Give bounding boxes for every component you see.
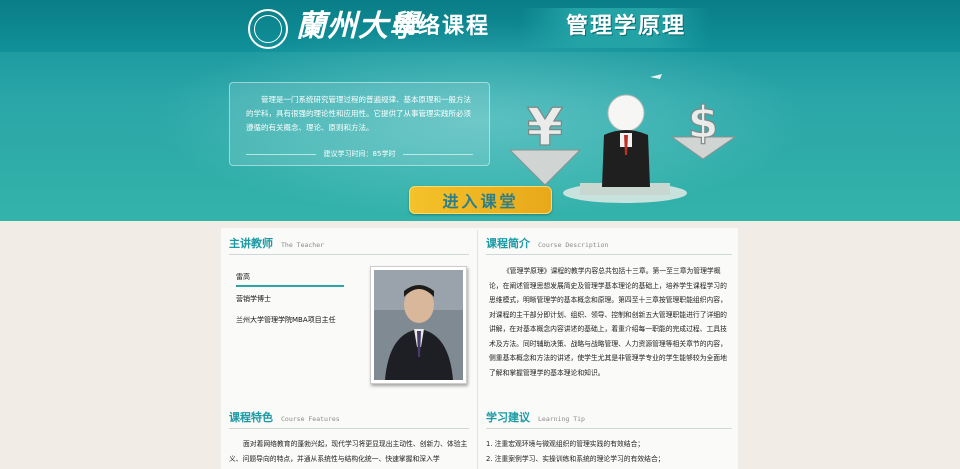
hero-banner: 蘭州大學 网络课程 管理学原理 管理是一门系统研究管理过程的普遍规律、基本原理和…: [0, 0, 960, 221]
teacher-name: 雷高: [236, 273, 250, 281]
features-heading: 课程特色 Course Features: [229, 409, 469, 429]
study-hours-text: 建议学习时间：85学时: [323, 150, 396, 158]
description-heading-en: Course Description: [538, 241, 609, 249]
study-hours: 建议学习时间：85学时: [230, 149, 489, 159]
column-divider: [477, 230, 478, 469]
list-item: 1. 注重宏观环境与微观组织的管理实践的有效结合；: [486, 440, 645, 448]
teacher-photo: [370, 266, 467, 384]
teacher-portrait-icon: [374, 270, 463, 380]
list-item: 2. 注重案例学习、实操训练和系统的理论学习的有效结合；: [486, 455, 665, 463]
tips-heading: 学习建议 Learning Tip: [486, 409, 732, 429]
tips-heading-en: Learning Tip: [538, 415, 585, 423]
description-heading-cn: 课程简介: [486, 237, 530, 250]
description-heading: 课程简介 Course Description: [486, 235, 732, 255]
teacher-name-underline: [236, 285, 344, 287]
svg-text:¥: ¥: [527, 98, 563, 158]
intro-box: 管理是一门系统研究管理过程的普遍规律、基本原理和一般方法的学科，具有很强的理论性…: [229, 82, 490, 166]
enter-classroom-button[interactable]: 进入课堂: [409, 186, 552, 214]
course-title: 管理学原理: [566, 14, 687, 39]
tips-heading-cn: 学习建议: [486, 411, 530, 424]
svg-text:$: $: [688, 97, 719, 148]
description-text: 《管理学原理》课程的教学内容总共包括十三章。第一至三章为管理学概论，在阐述管理思…: [489, 267, 727, 377]
tips-list: 1. 注重宏观环境与微观组织的管理实践的有效结合； 2. 注重案例学习、实操训练…: [486, 437, 732, 467]
teacher-title: 营销学博士: [236, 295, 271, 303]
features-text: 面对着网络教育的蓬勃兴起，现代学习将更显现出主动性、创新力、体验主义、问题导向的…: [229, 440, 468, 463]
site-name: 网络课程: [394, 14, 491, 39]
teacher-heading: 主讲教师 The Teacher: [229, 235, 469, 255]
teacher-org: 兰州大学管理学院MBA项目主任: [236, 316, 336, 324]
intro-text: 管理是一门系统研究管理过程的普遍规律、基本原理和一般方法的学科，具有很强的理论性…: [246, 95, 471, 132]
teacher-heading-cn: 主讲教师: [229, 237, 273, 250]
university-seal-icon: [248, 9, 288, 49]
enter-classroom-label: 进入课堂: [442, 192, 519, 211]
dollar-symbol-icon: $: [670, 96, 737, 160]
teacher-heading-en: The Teacher: [281, 241, 325, 249]
features-heading-en: Course Features: [281, 415, 340, 423]
figure-icon: [602, 94, 650, 187]
yuan-symbol-icon: ¥: [508, 97, 582, 186]
features-heading-cn: 课程特色: [229, 411, 273, 424]
